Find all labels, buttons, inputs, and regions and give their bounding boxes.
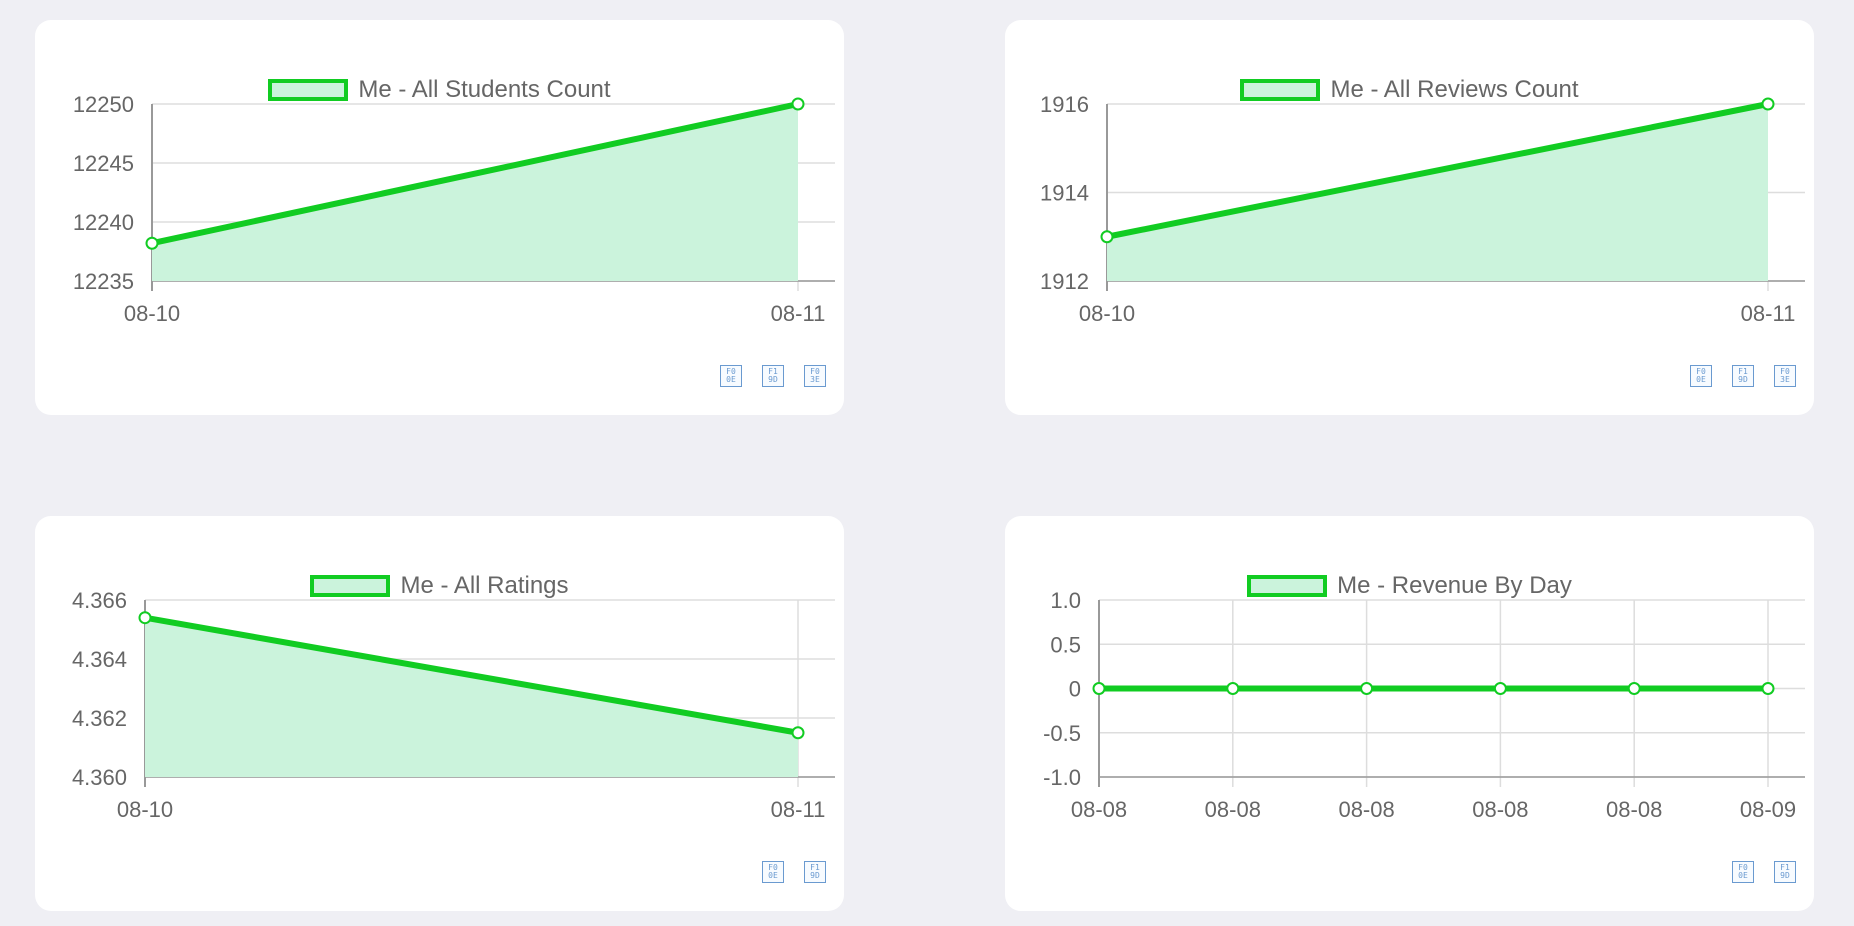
legend-swatch[interactable] bbox=[310, 575, 391, 597]
x-tick-label: 08-11 bbox=[1741, 301, 1796, 326]
download-icon[interactable]: F0 3E bbox=[804, 365, 826, 387]
legend-label[interactable]: Me - All Reviews Count bbox=[1330, 76, 1578, 104]
chart-toolbar: F0 0E F1 9D bbox=[1732, 861, 1796, 883]
y-tick-label: 4.360 bbox=[72, 765, 127, 790]
x-tick-label: 08-08 bbox=[1338, 797, 1394, 822]
chart-card-revenue: -1.0 -0.5 0 0.5 1.0 08-08 08-08 08-08 08-08 08-08… bbox=[1005, 516, 1814, 911]
data-point bbox=[1226, 682, 1240, 695]
x-tick-label: 08-11 bbox=[771, 301, 826, 326]
y-tick-label: 1914 bbox=[1040, 181, 1089, 206]
x-tick-label: 08-10 bbox=[1079, 301, 1135, 326]
x-tick-label: 08-08 bbox=[1606, 797, 1662, 822]
data-point bbox=[1100, 230, 1114, 244]
y-tick-label: -0.5 bbox=[1043, 721, 1081, 746]
x-tick-label: 08-08 bbox=[1071, 797, 1127, 822]
legend-swatch[interactable] bbox=[1247, 575, 1328, 597]
download-icon[interactable]: F0 3E bbox=[1774, 365, 1796, 387]
y-tick-label: 12245 bbox=[73, 151, 134, 176]
print-icon[interactable]: F1 9D bbox=[1732, 365, 1754, 387]
legend-label[interactable]: Me - All Students Count bbox=[358, 76, 610, 104]
chart-toolbar: F0 0E F1 9D bbox=[762, 861, 826, 883]
print-icon[interactable]: F1 9D bbox=[762, 365, 784, 387]
data-point bbox=[1627, 682, 1641, 695]
y-tick-label: 1912 bbox=[1040, 269, 1089, 294]
y-tick-label: -1.0 bbox=[1043, 765, 1081, 790]
legend[interactable]: Me - All Students Count bbox=[35, 75, 844, 105]
legend[interactable]: Me - All Reviews Count bbox=[1005, 75, 1814, 105]
y-tick-label: 0.5 bbox=[1050, 632, 1081, 657]
x-tick-label: 08-11 bbox=[771, 797, 826, 822]
chart-toolbar: F0 0E F1 9D F0 3E bbox=[1690, 365, 1796, 387]
chart-card-ratings: 4.360 4.362 4.364 4.366 08-10 08-11 Me - All … bbox=[35, 516, 844, 911]
export-icon[interactable]: F0 0E bbox=[1690, 365, 1712, 387]
chart-card-students: 12235 12240 12245 12250 08-10 08-11 Me - All … bbox=[35, 20, 844, 415]
data-point bbox=[1092, 682, 1106, 695]
y-tick-label: 12240 bbox=[73, 210, 134, 235]
y-tick-label: 4.362 bbox=[72, 706, 127, 731]
y-tick-label: 12235 bbox=[73, 269, 134, 294]
data-point bbox=[138, 611, 152, 625]
legend[interactable]: Me - Revenue By Day bbox=[1005, 571, 1814, 601]
data-point bbox=[1360, 682, 1374, 695]
x-tick-label: 08-10 bbox=[124, 301, 180, 326]
y-tick-label: 0 bbox=[1069, 677, 1081, 702]
print-icon[interactable]: F1 9D bbox=[1774, 861, 1796, 883]
print-icon[interactable]: F1 9D bbox=[804, 861, 826, 883]
chart-card-reviews: 1912 1914 1916 08-10 08-11 Me - All Reviews … bbox=[1005, 20, 1814, 415]
export-icon[interactable]: F0 0E bbox=[1732, 861, 1754, 883]
series-area bbox=[152, 104, 798, 281]
x-tick-label: 08-08 bbox=[1472, 797, 1528, 822]
data-point bbox=[1761, 682, 1775, 695]
data-point bbox=[145, 236, 159, 250]
series-area bbox=[145, 617, 798, 777]
export-icon[interactable]: F0 0E bbox=[720, 365, 742, 387]
legend-label[interactable]: Me - All Ratings bbox=[400, 572, 568, 600]
data-point bbox=[1493, 682, 1507, 695]
legend-swatch[interactable] bbox=[1240, 79, 1321, 101]
chart-toolbar: F0 0E F1 9D F0 3E bbox=[720, 365, 826, 387]
x-tick-label: 08-08 bbox=[1205, 797, 1261, 822]
x-tick-label: 08-09 bbox=[1740, 797, 1796, 822]
legend-label[interactable]: Me - Revenue By Day bbox=[1337, 572, 1572, 600]
legend[interactable]: Me - All Ratings bbox=[35, 571, 844, 601]
export-icon[interactable]: F0 0E bbox=[762, 861, 784, 883]
y-tick-label: 4.364 bbox=[72, 647, 127, 672]
x-tick-label: 08-10 bbox=[117, 797, 173, 822]
data-point bbox=[791, 726, 805, 740]
legend-swatch[interactable] bbox=[268, 79, 349, 101]
